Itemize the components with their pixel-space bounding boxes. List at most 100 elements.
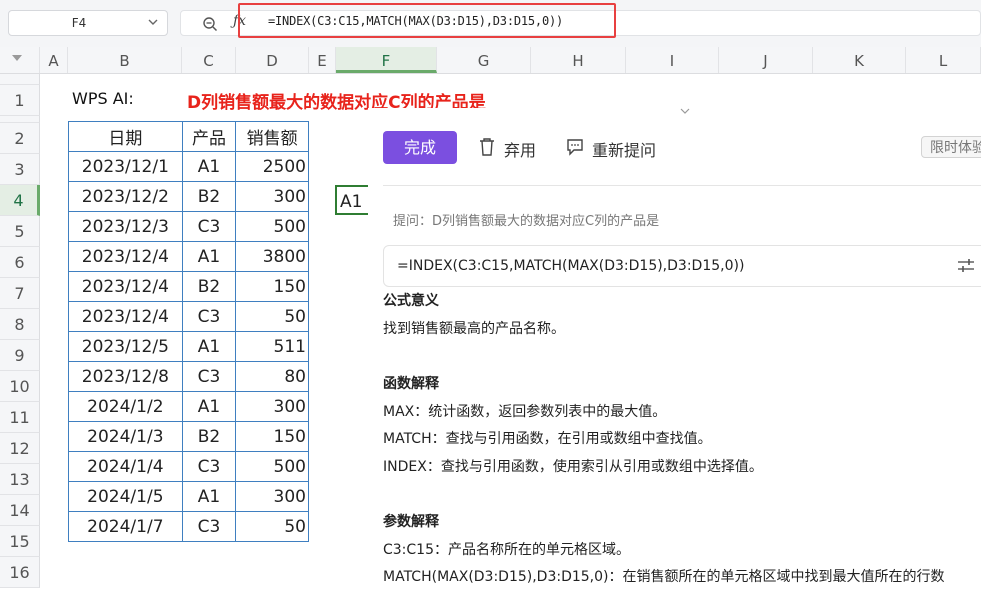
- row-header-spacer: [0, 74, 40, 85]
- ai-formula-text[interactable]: =INDEX(C3:C15,MATCH(MAX(D3:D15),D3:D15,0…: [397, 258, 744, 274]
- sales-cell[interactable]: 511: [235, 331, 309, 362]
- date-cell[interactable]: 2024/1/5: [68, 481, 183, 512]
- sales-table: 日期 产品 销售额 2023/12/1 A1 2500 2023/12/2 B2 300…: [68, 121, 309, 542]
- row-header-2[interactable]: 2: [0, 123, 40, 154]
- sales-cell[interactable]: 150: [235, 421, 309, 452]
- panel-divider: [383, 185, 981, 186]
- product-cell[interactable]: A1: [181, 241, 237, 272]
- product-cell[interactable]: C3: [181, 211, 237, 242]
- meaning-text: 找到销售额最高的产品名称。: [383, 321, 565, 337]
- sales-cell[interactable]: 150: [235, 271, 309, 302]
- row-header-16[interactable]: 16: [0, 557, 40, 588]
- product-cell[interactable]: B2: [181, 421, 237, 452]
- table-header-product[interactable]: 产品: [181, 121, 237, 152]
- column-header-l[interactable]: L: [906, 47, 981, 73]
- sales-cell[interactable]: 500: [235, 451, 309, 482]
- column-header-k[interactable]: K: [813, 47, 906, 73]
- row-header-3[interactable]: 3: [0, 154, 40, 185]
- sales-cell[interactable]: 300: [235, 391, 309, 422]
- product-cell[interactable]: A1: [181, 391, 237, 422]
- date-cell[interactable]: 2023/12/4: [68, 271, 183, 302]
- table-row: 2024/1/7 C3 50: [68, 511, 309, 542]
- product-cell[interactable]: B2: [181, 271, 237, 302]
- date-cell[interactable]: 2023/12/8: [68, 361, 183, 392]
- table-row: 2023/12/2 B2 300: [68, 181, 309, 212]
- product-cell[interactable]: C3: [181, 511, 237, 542]
- column-header-f[interactable]: F: [336, 47, 437, 73]
- row-header-8[interactable]: 8: [0, 309, 40, 340]
- row-header-15[interactable]: 15: [0, 526, 40, 557]
- product-cell[interactable]: B2: [181, 181, 237, 212]
- row-header-1[interactable]: 1: [0, 85, 40, 116]
- name-box[interactable]: F4: [8, 10, 168, 36]
- product-cell[interactable]: C3: [181, 451, 237, 482]
- params-title: 参数解释: [383, 514, 439, 530]
- chat-bubble-icon: [567, 139, 583, 156]
- column-header-g[interactable]: G: [437, 47, 531, 73]
- sales-cell[interactable]: 50: [235, 511, 309, 542]
- sales-cell[interactable]: 3800: [235, 241, 309, 272]
- trash-icon: [480, 138, 494, 156]
- row-header-spacer: [0, 116, 40, 123]
- product-cell[interactable]: A1: [181, 331, 237, 362]
- limited-trial-badge: 限时体验: [921, 136, 981, 158]
- table-row: 2023/12/4 A1 3800: [68, 241, 309, 272]
- column-header-d[interactable]: D: [236, 47, 309, 73]
- table-row: 2023/12/1 A1 2500: [68, 151, 309, 182]
- selected-cell-value: A1: [340, 192, 363, 212]
- date-cell[interactable]: 2023/12/3: [68, 211, 183, 242]
- date-cell[interactable]: 2024/1/7: [68, 511, 183, 542]
- column-header-j[interactable]: J: [719, 47, 813, 73]
- table-header-sales[interactable]: 销售额: [235, 121, 309, 152]
- table-row: 2024/1/3 B2 150: [68, 421, 309, 452]
- row-header-5[interactable]: 5: [0, 216, 40, 247]
- sales-cell[interactable]: 300: [235, 181, 309, 212]
- sales-cell[interactable]: 50: [235, 301, 309, 332]
- row-header-12[interactable]: 12: [0, 433, 40, 464]
- done-button[interactable]: 完成: [383, 131, 457, 164]
- row-header-13[interactable]: 13: [0, 464, 40, 495]
- discard-label: 弃用: [504, 141, 537, 160]
- sales-cell[interactable]: 500: [235, 211, 309, 242]
- row-header-14[interactable]: 14: [0, 495, 40, 526]
- sales-cell[interactable]: 300: [235, 481, 309, 512]
- product-cell[interactable]: C3: [181, 361, 237, 392]
- zoom-icon[interactable]: [202, 16, 218, 32]
- table-header-date[interactable]: 日期: [68, 121, 183, 152]
- sliders-icon[interactable]: [957, 257, 975, 275]
- name-box-value: F4: [71, 16, 87, 30]
- date-cell[interactable]: 2023/12/4: [68, 241, 183, 272]
- column-header-a[interactable]: A: [40, 47, 68, 73]
- date-cell[interactable]: 2023/12/2: [68, 181, 183, 212]
- formula-text[interactable]: =INDEX(C3:C15,MATCH(MAX(D3:D15),D3:D15,0…: [268, 14, 563, 28]
- date-cell[interactable]: 2023/12/5: [68, 331, 183, 362]
- row-header-6[interactable]: 6: [0, 247, 40, 278]
- product-cell[interactable]: A1: [181, 481, 237, 512]
- sales-cell[interactable]: 80: [235, 361, 309, 392]
- column-header-b[interactable]: B: [68, 47, 182, 73]
- column-header-i[interactable]: I: [626, 47, 719, 73]
- date-cell[interactable]: 2023/12/1: [68, 151, 183, 182]
- row-header-10[interactable]: 10: [0, 371, 40, 402]
- function-item: INDEX：查找与引用函数，使用索引从引用或数组中选择值。: [383, 459, 763, 475]
- date-cell[interactable]: 2024/1/3: [68, 421, 183, 452]
- collapse-chevron-icon[interactable]: [680, 108, 690, 114]
- column-header-h[interactable]: H: [531, 47, 626, 73]
- column-header-e[interactable]: E: [309, 47, 336, 73]
- column-header-c[interactable]: C: [182, 47, 236, 73]
- row-header-7[interactable]: 7: [0, 278, 40, 309]
- product-cell[interactable]: C3: [181, 301, 237, 332]
- product-cell[interactable]: A1: [181, 151, 237, 182]
- row-header-11[interactable]: 11: [0, 402, 40, 433]
- date-cell[interactable]: 2024/1/2: [68, 391, 183, 422]
- date-cell[interactable]: 2024/1/4: [68, 451, 183, 482]
- wps-ai-label[interactable]: WPS AI:: [72, 89, 134, 108]
- select-all-triangle-icon: [12, 55, 22, 61]
- table-row: 2023/12/5 A1 511: [68, 331, 309, 362]
- row-header-9[interactable]: 9: [0, 340, 40, 371]
- sales-cell[interactable]: 2500: [235, 151, 309, 182]
- chevron-down-icon[interactable]: [147, 16, 159, 28]
- date-cell[interactable]: 2023/12/4: [68, 301, 183, 332]
- table-row: 2023/12/4 B2 150: [68, 271, 309, 302]
- row-header-4[interactable]: 4: [0, 185, 40, 216]
